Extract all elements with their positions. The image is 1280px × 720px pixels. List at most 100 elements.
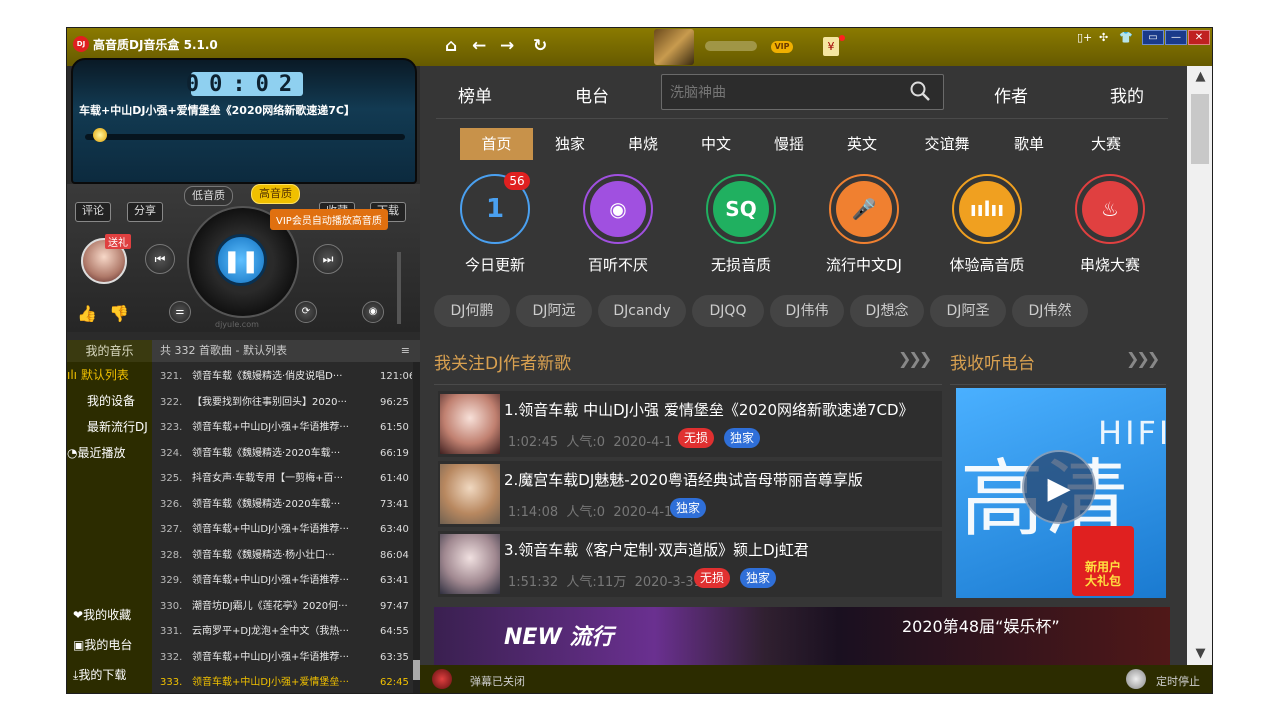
- search-icon[interactable]: [908, 79, 932, 103]
- tab-category[interactable]: 首页: [460, 128, 533, 160]
- previous-icon[interactable]: ⏮: [145, 244, 175, 274]
- close-button[interactable]: ✕: [1188, 30, 1210, 45]
- pause-button[interactable]: ❚❚: [215, 234, 267, 286]
- list-item[interactable]: 1.领音车载 中山DJ小强 爱情堡垒《2020网络新歌速递7CD》 1:02:45…: [438, 391, 942, 457]
- feature-label[interactable]: 无损音质: [686, 254, 796, 275]
- song-title[interactable]: 1.领音车载 中山DJ小强 爱情堡垒《2020网络新歌速递7CD》: [504, 399, 934, 420]
- tab-category[interactable]: 串烧: [610, 128, 676, 160]
- playlist-scrollbar[interactable]: [413, 362, 420, 693]
- feature-circle-icon[interactable]: SQ: [706, 174, 776, 244]
- dj-tag[interactable]: DJQQ: [692, 295, 764, 327]
- sidebar-item-recent[interactable]: ◔最近播放: [67, 444, 152, 461]
- radio-card-hifi[interactable]: HIFI 高清 ▶ 新用户 大礼包: [956, 388, 1166, 598]
- playlist-scroll-thumb[interactable]: [413, 660, 420, 680]
- tab-category[interactable]: 交谊舞: [902, 128, 992, 160]
- feature-circle-icon[interactable]: ıılıı: [952, 174, 1022, 244]
- table-row[interactable]: 332. 领音车载+中山DJ小强+华语推荐··· 63:35: [152, 645, 412, 670]
- dj-tag[interactable]: DJ阿远: [516, 295, 592, 327]
- vip-badge[interactable]: VIP: [771, 41, 793, 53]
- table-row[interactable]: 328. 领音车载《魏嫚精选·杨小壮口··· 86:04: [152, 543, 412, 568]
- table-row[interactable]: 329. 领音车载+中山DJ小强+华语推荐··· 63:41: [152, 568, 412, 593]
- new-user-gift[interactable]: 新用户 大礼包: [1072, 526, 1134, 596]
- feature-circle-icon[interactable]: 🎤: [829, 174, 899, 244]
- table-row[interactable]: 330. 潮音坊DJ霜儿《莲花亭》2020何··· 97:47: [152, 594, 412, 619]
- progress-knob[interactable]: [93, 128, 107, 142]
- danmaku-status[interactable]: 弹幕已关闭: [470, 673, 525, 689]
- next-icon[interactable]: ⏭: [313, 244, 343, 274]
- feature-label[interactable]: 百听不厌: [563, 254, 673, 275]
- list-item[interactable]: 2.魔宫车载DJ魅魅-2020粤语经典试音母带丽音尊享版 1:14:08 人气:0…: [438, 461, 942, 527]
- radio-more-icon[interactable]: ❯❯❯: [1126, 349, 1160, 368]
- comment-button[interactable]: 评论: [75, 202, 111, 222]
- share-button[interactable]: 分享: [127, 202, 163, 222]
- feature-label[interactable]: 体验高音质: [932, 254, 1042, 275]
- song-title[interactable]: 2.魔宫车载DJ魅魅-2020粤语经典试音母带丽音尊享版: [504, 469, 934, 490]
- loop-icon[interactable]: ⟳: [295, 301, 317, 323]
- nav-authors[interactable]: 作者: [994, 82, 1028, 107]
- table-row[interactable]: 325. 抖音女声·车载专用【一剪梅+百··· 61:40: [152, 466, 412, 491]
- low-quality-toggle[interactable]: 低音质: [184, 186, 233, 206]
- table-row[interactable]: 323. 领音车载+中山DJ小强+华语推荐··· 61:50: [152, 415, 412, 440]
- follow-more-icon[interactable]: ❯❯❯: [898, 349, 932, 368]
- home-icon[interactable]: ⌂: [445, 37, 457, 55]
- volume-slider[interactable]: [397, 252, 401, 324]
- nav-mine[interactable]: 我的: [1110, 82, 1144, 107]
- back-icon[interactable]: ←: [472, 37, 486, 55]
- mini-mode-icon[interactable]: ▯+: [1077, 31, 1092, 44]
- song-thumbnail[interactable]: [440, 394, 500, 454]
- promo-banner[interactable]: NEW 流行 2020第48届“娱乐杯”: [434, 607, 1170, 665]
- like-icon[interactable]: 👍: [77, 304, 97, 323]
- settings-icon[interactable]: ✣: [1099, 31, 1108, 44]
- search-input[interactable]: [668, 81, 902, 105]
- timer-icon[interactable]: [1126, 669, 1146, 689]
- play-icon[interactable]: ▶: [1022, 450, 1096, 524]
- table-row[interactable]: 321. 领音车载《魏嫚精选·俏皮说唱D··· 121:06: [152, 364, 412, 389]
- scroll-up-icon[interactable]: ▲: [1187, 66, 1212, 88]
- refresh-icon[interactable]: ↻: [533, 37, 547, 55]
- dj-tag[interactable]: DJ阿圣: [930, 295, 1006, 327]
- gift-icon[interactable]: ¥: [823, 37, 839, 56]
- feature-circle-icon[interactable]: ◉: [583, 174, 653, 244]
- tab-category[interactable]: 大赛: [1070, 128, 1142, 160]
- dj-tag[interactable]: DJ何鹏: [434, 295, 510, 327]
- sidebar-item-radio[interactable]: ▣我的电台: [67, 636, 158, 653]
- feature-label[interactable]: 流行中文DJ: [809, 254, 919, 275]
- list-item[interactable]: 3.领音车载《客户定制·双声道版》颍上Dj虹君 1:51:32 人气:11万 20…: [438, 531, 942, 597]
- nav-charts[interactable]: 榜单: [458, 82, 492, 107]
- timer-stop[interactable]: 定时停止: [1156, 673, 1200, 689]
- main-scrollbar[interactable]: ▲ ▼: [1187, 66, 1212, 665]
- dj-tag[interactable]: DJcandy: [598, 295, 686, 327]
- tab-category[interactable]: 中文: [683, 128, 749, 160]
- tab-category[interactable]: 英文: [829, 128, 895, 160]
- user-name-blurred[interactable]: [705, 41, 757, 51]
- progress-bar[interactable]: [85, 134, 405, 140]
- minimize-button[interactable]: —: [1165, 30, 1187, 45]
- feature-label[interactable]: 串烧大赛: [1055, 254, 1165, 275]
- equalizer-icon[interactable]: ⚌: [169, 301, 191, 323]
- scroll-down-icon[interactable]: ▼: [1187, 643, 1212, 665]
- restore-button[interactable]: ▭: [1142, 30, 1164, 45]
- forward-icon[interactable]: →: [500, 37, 514, 55]
- table-row[interactable]: 326. 领音车载《魏嫚精选·2020车载··· 73:41: [152, 492, 412, 517]
- dj-tag[interactable]: DJ想念: [850, 295, 924, 327]
- table-row[interactable]: 324. 领音车载《魏嫚精选·2020车载··· 66:19: [152, 441, 412, 466]
- dj-tag[interactable]: DJ伟然: [1012, 295, 1088, 327]
- song-title[interactable]: 3.领音车载《客户定制·双声道版》颍上Dj虹君: [504, 539, 934, 560]
- list-menu-icon[interactable]: ≡: [401, 340, 410, 362]
- nav-radio[interactable]: 电台: [575, 82, 609, 107]
- song-thumbnail[interactable]: [440, 534, 500, 594]
- table-row[interactable]: 322. 【我要找到你往事别回头】2020··· 96:25: [152, 390, 412, 415]
- send-gift-button[interactable]: 送礼: [105, 234, 131, 249]
- tab-category[interactable]: 独家: [537, 128, 603, 160]
- feature-label[interactable]: 今日更新: [440, 254, 550, 275]
- sidebar-item-downloads[interactable]: ⤓我的下载: [67, 666, 158, 683]
- dislike-icon[interactable]: 👎: [109, 304, 129, 323]
- sidebar-item-default-list[interactable]: ılı 默认列表: [67, 366, 152, 383]
- skin-icon[interactable]: 👕: [1119, 31, 1133, 44]
- sidebar-item-favorites[interactable]: ❤我的收藏: [67, 606, 158, 623]
- song-thumbnail[interactable]: [440, 464, 500, 524]
- scroll-thumb[interactable]: [1191, 94, 1209, 164]
- table-row[interactable]: 327. 领音车载+中山DJ小强+华语推荐··· 63:40: [152, 517, 412, 542]
- tab-category[interactable]: 慢摇: [756, 128, 822, 160]
- table-row[interactable]: 331. 云南罗平+DJ龙泡+全中文（我热··· 64:55: [152, 619, 412, 644]
